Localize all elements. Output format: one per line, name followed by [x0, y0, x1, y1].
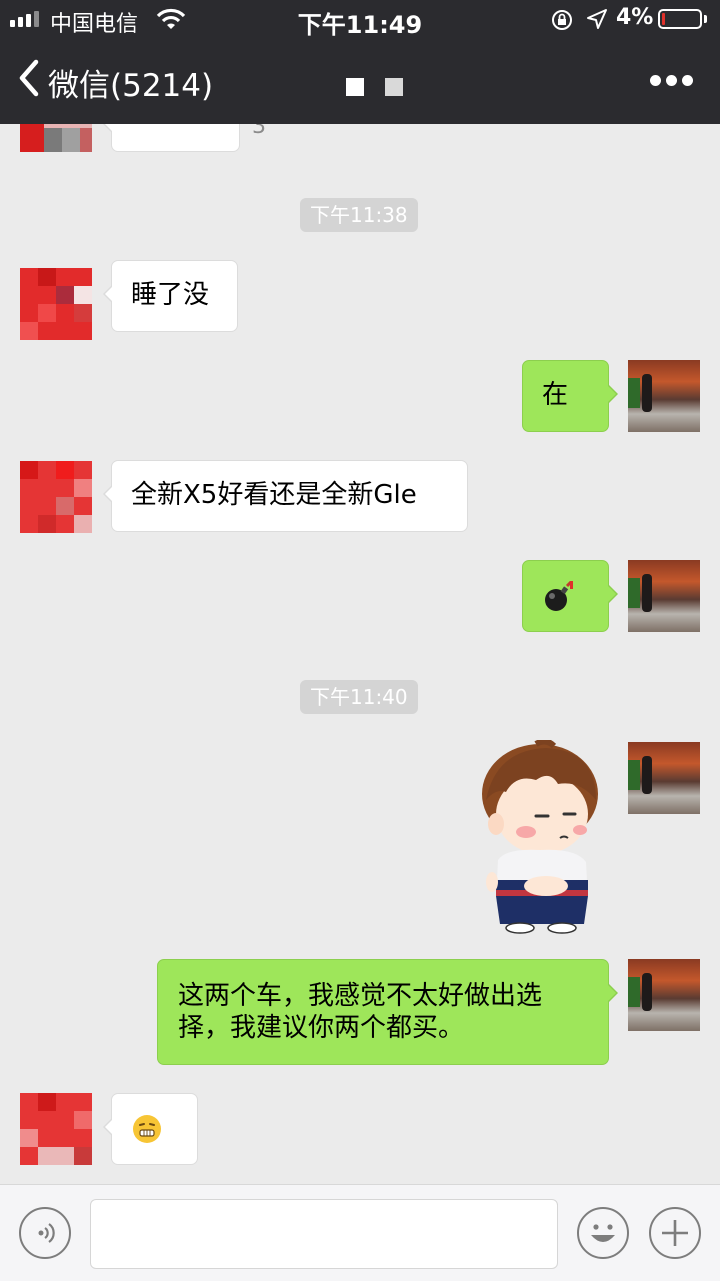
input-bar [0, 1184, 720, 1281]
message-bubble-sent[interactable]: 在 [522, 360, 618, 432]
rotation-lock-icon [552, 10, 572, 30]
my-avatar[interactable] [628, 959, 700, 1031]
message-bubble-sent[interactable] [522, 560, 618, 632]
message-bubble-sent[interactable]: 这两个车，我感觉不太好做出选 择，我建议你两个都买。 [157, 959, 618, 1065]
plus-icon[interactable] [649, 1207, 701, 1259]
my-avatar[interactable] [628, 360, 700, 432]
message-text: 睡了没 [131, 280, 210, 310]
location-icon [587, 9, 607, 29]
message-bubble-received[interactable]: 睡了没 [103, 260, 238, 332]
message-text: 在 [542, 380, 569, 410]
my-avatar[interactable] [628, 560, 700, 632]
back-button-label[interactable]: 微信(5214) [48, 60, 213, 105]
message-text-line: 择，我建议你两个都买。 [178, 1013, 465, 1043]
back-chevron-icon[interactable] [16, 58, 42, 98]
grimace-emoji-icon [133, 1115, 161, 1143]
bomb-emoji-icon [545, 581, 573, 611]
top-bar: 中国电信 下午11:49 4% 微信(5214) [0, 0, 720, 124]
status-time: 下午11:49 [297, 11, 423, 39]
title-redacted-block [385, 78, 403, 96]
contact-avatar[interactable] [20, 461, 92, 533]
message-bubble-received[interactable]: 全新X5好看还是全新Gle [103, 460, 468, 532]
timestamp: 下午11:38 [300, 198, 418, 232]
voice-icon[interactable] [19, 1207, 71, 1259]
title-redacted-block [346, 78, 364, 96]
status-bar: 中国电信 下午11:49 4% [0, 0, 720, 40]
message-text: 全新X5好看还是全新Gle [131, 480, 417, 510]
my-avatar[interactable] [628, 742, 700, 814]
battery-percent: 4% [616, 5, 654, 30]
message-bubble-received[interactable] [103, 1093, 198, 1165]
battery-icon [658, 9, 702, 29]
contact-avatar[interactable] [20, 1093, 92, 1165]
cartoon-boy-sticker[interactable] [476, 740, 606, 936]
contact-avatar[interactable] [20, 268, 92, 340]
timestamp: 下午11:40 [300, 680, 418, 714]
more-options-icon[interactable] [648, 73, 696, 89]
message-text-line: 这两个车，我感觉不太好做出选 [178, 981, 543, 1011]
emoji-icon[interactable] [577, 1207, 629, 1259]
message-input[interactable] [90, 1199, 558, 1269]
